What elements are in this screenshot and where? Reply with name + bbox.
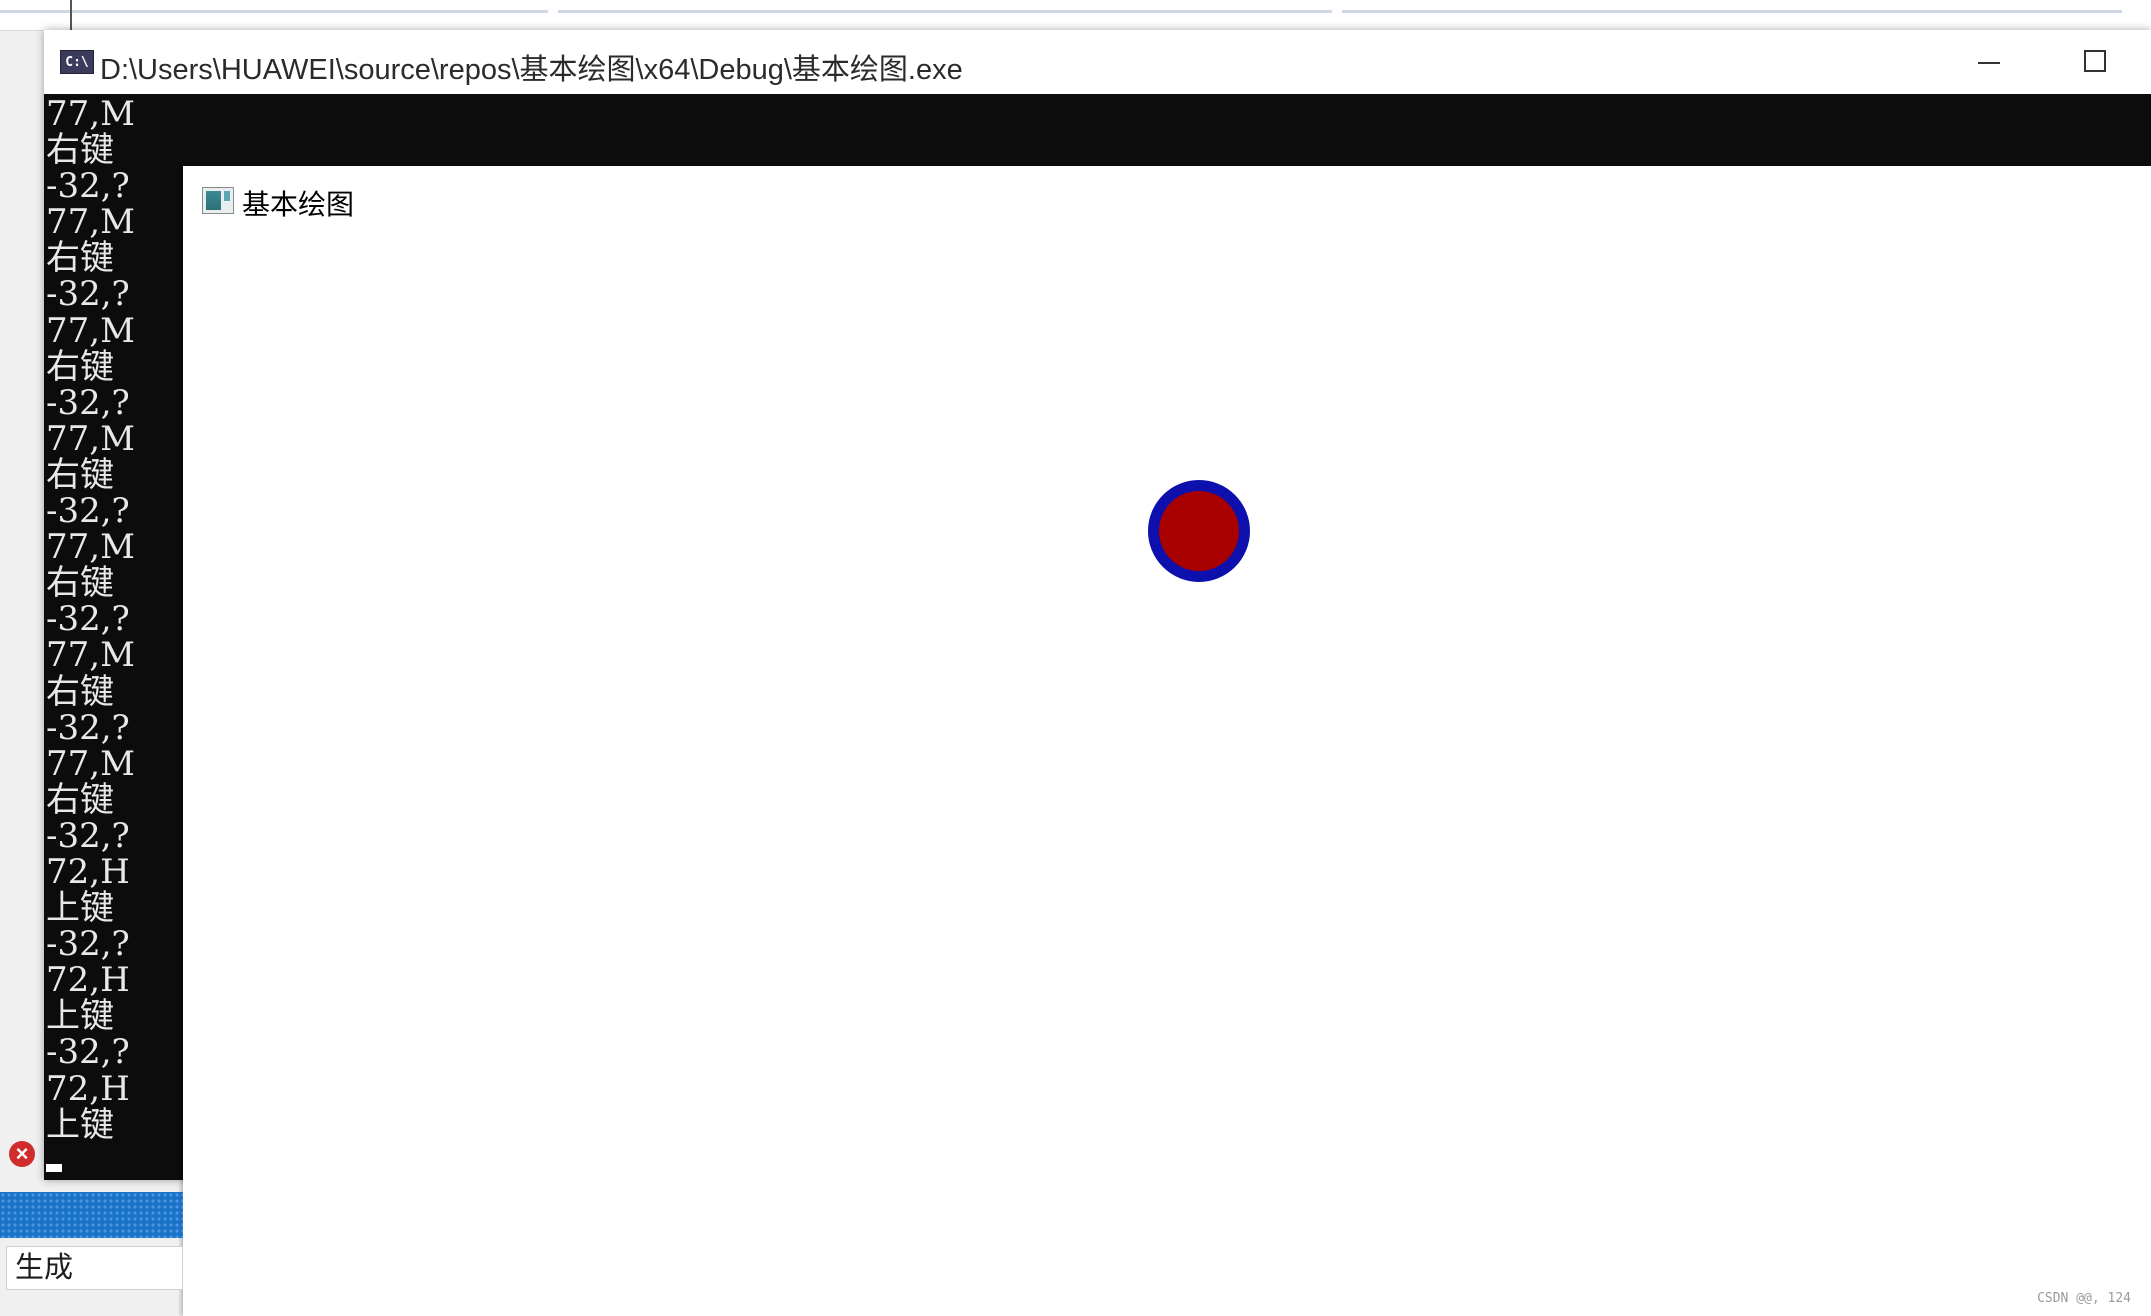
error-icon[interactable]: × [9, 1141, 35, 1167]
console-line: -32,? [46, 1032, 130, 1073]
console-line: 上键 [46, 996, 114, 1037]
console-line: 77,M [46, 743, 135, 784]
maximize-button[interactable] [2060, 44, 2130, 80]
console-line: -32,? [46, 166, 130, 207]
console-line: 72,H [46, 1068, 130, 1109]
console-line: 77,M [46, 310, 135, 351]
ide-tab-strip-3[interactable] [1342, 0, 2122, 13]
graphics-window[interactable]: 基本绘图 CSDN @@, 124 [183, 166, 2151, 1316]
graphics-window-title: 基本绘图 [242, 189, 355, 220]
red-circle-shape [1148, 480, 1250, 582]
ide-tab-strip-2[interactable] [558, 0, 1332, 13]
graphics-app-icon [202, 187, 234, 214]
output-tab-build[interactable]: 生成 [6, 1246, 183, 1290]
console-line: -32,? [46, 707, 130, 748]
console-line: 72,H [46, 960, 130, 1001]
console-line: -32,? [46, 274, 130, 315]
minimize-button[interactable] [1954, 44, 2024, 80]
ide-progress-strip [0, 1192, 183, 1238]
console-line: 72,H [46, 851, 130, 892]
console-titlebar[interactable]: C:\ D:\Users\HUAWEI\source\repos\基本绘图\x6… [44, 30, 2151, 94]
console-line: 右键 [46, 671, 114, 712]
ide-tab-strip-1[interactable] [0, 0, 548, 13]
console-line: 右键 [46, 346, 114, 387]
console-line: 77,M [46, 635, 135, 676]
console-line: 右键 [46, 238, 114, 279]
console-line: -32,? [46, 599, 130, 640]
console-line: 右键 [46, 779, 114, 820]
console-line: 右键 [46, 563, 114, 604]
console-line: 上键 [46, 1104, 114, 1145]
console-output-lines: 77,M 右键 -32,? 77,M 右键 -32,? 77,M 右键 -32,? 77,M 右键 -… [46, 96, 186, 1143]
watermark-text: CSDN @@, 124 [2037, 1291, 2131, 1306]
console-line: -32,? [46, 382, 130, 423]
console-title: D:\Users\HUAWEI\source\repos\基本绘图\x64\De… [100, 54, 963, 86]
console-line: 上键 [46, 888, 114, 929]
console-line: -32,? [46, 924, 130, 965]
console-line: 77,M [46, 418, 135, 459]
console-line: 右键 [46, 454, 114, 495]
console-app-icon: C:\ [60, 50, 94, 74]
console-cursor [46, 1164, 62, 1172]
console-line: 77,M [46, 527, 135, 568]
ide-editor-strip [0, 0, 2151, 31]
console-line: -32,? [46, 491, 130, 532]
console-line: 右键 [46, 130, 114, 171]
console-line: 77,M [46, 202, 135, 243]
text-caret [70, 0, 72, 30]
console-line: 77,M [46, 94, 135, 134]
console-line: -32,? [46, 815, 130, 856]
